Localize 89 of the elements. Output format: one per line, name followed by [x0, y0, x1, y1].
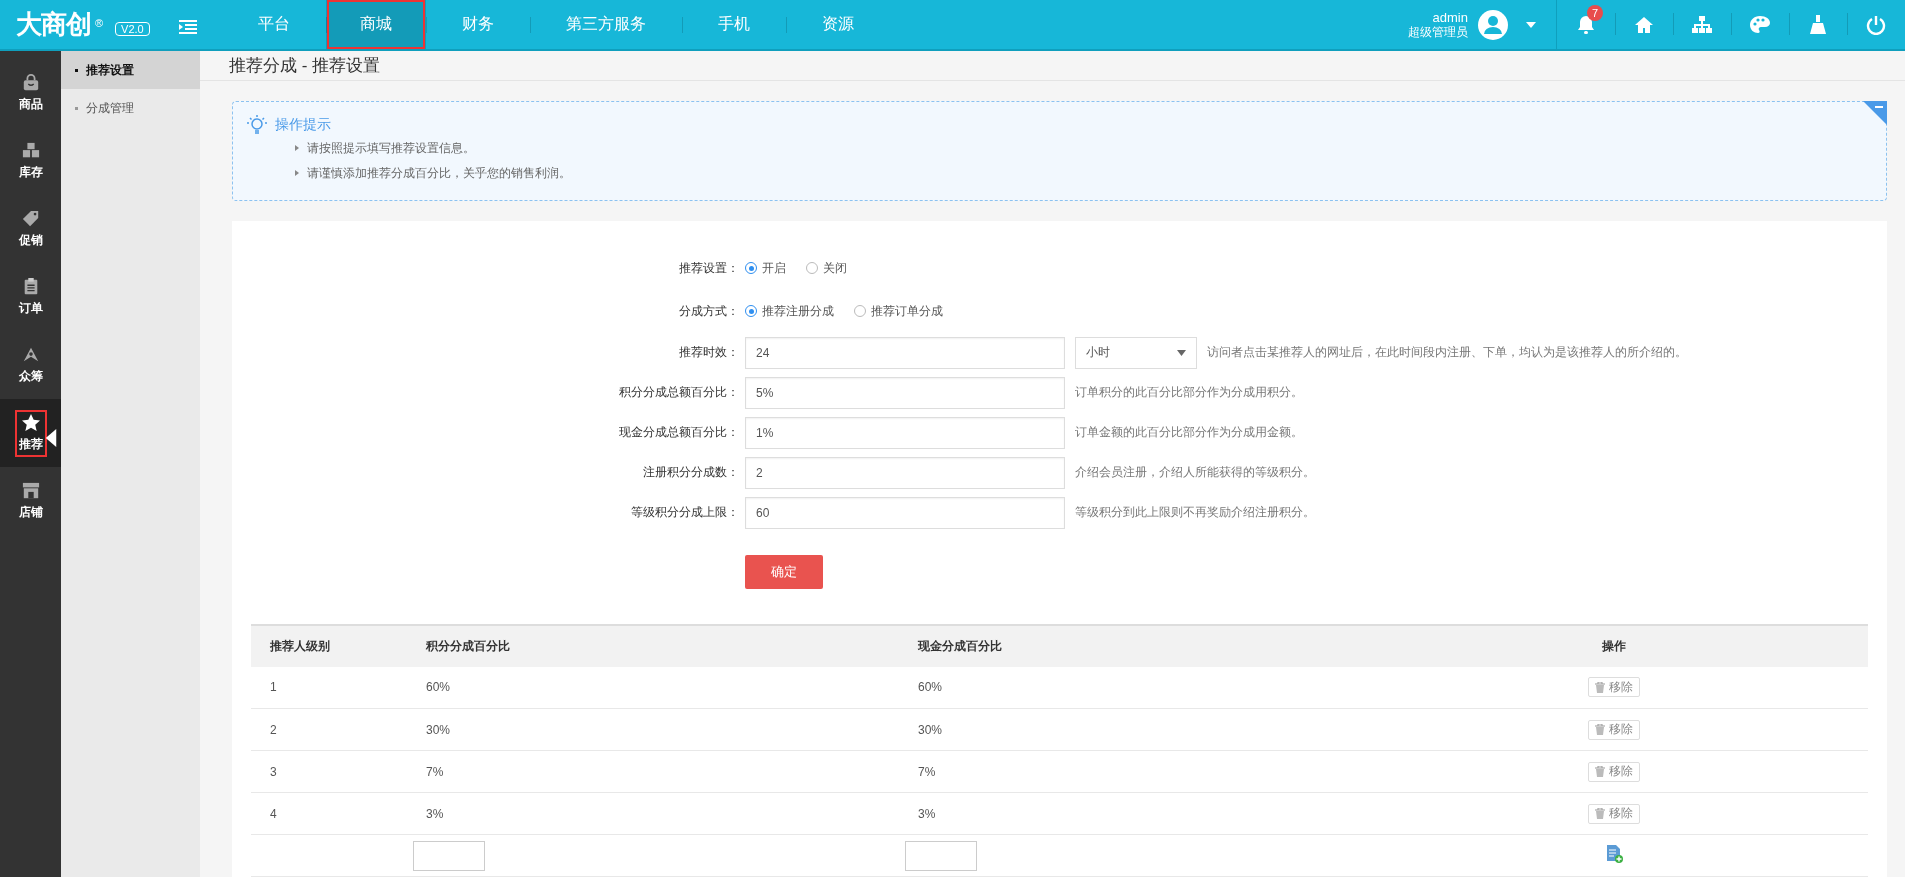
subnav-item[interactable]: 分成管理 — [61, 89, 200, 127]
table-cell: 60% — [407, 666, 899, 709]
sidebar-item[interactable]: 促销 — [0, 195, 61, 263]
sidebar-item[interactable]: 商品 — [0, 59, 61, 127]
field-label: 推荐设置： — [678, 259, 740, 277]
field-label: 现金分成总额百分比： — [618, 424, 740, 441]
field-hint: 订单积分的此百分比部分作为分成用积分。 — [1075, 384, 1303, 401]
store-icon — [20, 481, 41, 500]
tip-text: 请按照提示填写推荐设置信息。 — [307, 139, 475, 157]
star-icon — [20, 413, 41, 432]
power-icon — [1866, 14, 1886, 35]
tag-icon — [20, 209, 41, 228]
count-badge: 7 — [1587, 5, 1603, 21]
page-title: 推荐分成 - 推荐设置 — [229, 54, 381, 77]
input-field[interactable]: 2 — [745, 456, 1065, 489]
tip-text: 请谨慎添加推荐分成百分比，关乎您的销售利润。 — [307, 164, 571, 182]
table-cell: 30% — [899, 708, 1361, 751]
field-hint: 访问者点击某推荐人的网址后，在此时间段内注册、下单，均认为是该推荐人的所介绍的。 — [1207, 344, 1687, 361]
bullet-icon — [75, 68, 78, 72]
bullet-icon — [295, 170, 299, 176]
radio-option[interactable]: 关闭 — [806, 259, 847, 277]
caret-icon — [1526, 21, 1536, 28]
table-cell: 7% — [407, 750, 899, 793]
user-name: admin — [1431, 9, 1468, 25]
table-cell: 60% — [899, 666, 1361, 709]
remove-button[interactable]: 移除 — [1588, 719, 1640, 740]
input-field[interactable]: 1% — [745, 416, 1065, 449]
input-field[interactable]: 60 — [745, 496, 1065, 529]
user-role: 超级管理员 — [1408, 24, 1468, 40]
table-cell: 3% — [407, 792, 899, 835]
add-row-icon[interactable] — [1605, 845, 1623, 863]
radio-option[interactable]: 开启 — [745, 259, 786, 277]
notification-button[interactable]: 7 — [1557, 0, 1615, 50]
avatar-icon[interactable] — [1478, 9, 1508, 40]
remove-button[interactable]: 移除 — [1588, 677, 1640, 698]
confirm-button[interactable]: 确定 — [745, 554, 823, 589]
sidebar-item[interactable]: 库存 — [0, 127, 61, 195]
tips-title: 操作提示 — [275, 115, 331, 134]
sitemap-icon — [1692, 14, 1712, 35]
trash-icon — [1595, 808, 1605, 819]
home-icon — [1634, 14, 1654, 35]
radio-option[interactable]: 推荐注册分成 — [745, 302, 834, 320]
input-field[interactable] — [413, 840, 485, 871]
collapse-icon[interactable] — [1863, 100, 1887, 125]
table-cell: 2 — [251, 708, 407, 751]
palette-icon — [1750, 14, 1770, 35]
sidebar-item[interactable]: 推荐 — [0, 399, 61, 467]
logo-text: 大商创 — [16, 8, 91, 41]
column-header: 积分分成百分比 — [407, 624, 899, 667]
field-label: 积分分成总额百分比： — [618, 384, 740, 401]
column-header: 操作 — [1361, 624, 1868, 667]
registered-mark: ® — [95, 17, 104, 29]
bullet-icon — [295, 145, 299, 151]
table-cell: 1 — [251, 666, 407, 709]
column-header: 推荐人级别 — [251, 624, 407, 667]
trash-icon — [1595, 766, 1605, 777]
field-hint: 订单金额的此百分比部分作为分成用金额。 — [1075, 424, 1303, 441]
sidebar-item[interactable]: 店铺 — [0, 467, 61, 535]
unit-dropdown[interactable]: 小时 — [1075, 336, 1197, 369]
table-cell: 30% — [407, 708, 899, 751]
sidebar-item[interactable]: 众筹 — [0, 331, 61, 399]
field-hint: 介绍会员注册，介绍人所能获得的等级积分。 — [1075, 464, 1315, 481]
sidebar-item[interactable]: 订单 — [0, 263, 61, 331]
column-header: 现金分成百分比 — [899, 624, 1361, 667]
radio-option[interactable]: 推荐订单分成 — [854, 302, 943, 320]
remove-button[interactable]: 移除 — [1588, 761, 1640, 782]
field-label: 分成方式： — [678, 302, 740, 320]
input-field[interactable]: 5% — [745, 376, 1065, 409]
field-hint: 等级积分到此上限则不再奖励介绍注册积分。 — [1075, 504, 1315, 521]
table-cell: 7% — [899, 750, 1361, 793]
table-cell: 3 — [251, 750, 407, 793]
field-label: 推荐时效： — [678, 344, 740, 361]
bullet-icon — [75, 106, 78, 110]
table-cell: 3% — [899, 792, 1361, 835]
remove-button[interactable]: 移除 — [1588, 803, 1640, 824]
version-badge: V2.0 — [115, 21, 150, 36]
input-field[interactable]: 24 — [745, 336, 1065, 369]
caret-icon — [1177, 349, 1186, 356]
trash-icon — [1595, 681, 1605, 693]
broom-icon — [1808, 14, 1828, 35]
lightbulb-icon — [247, 114, 267, 135]
table-cell: 4 — [251, 792, 407, 835]
field-label: 等级积分分成上限： — [630, 504, 740, 521]
menu-icon[interactable] — [179, 19, 197, 34]
field-label: 注册积分分成数： — [642, 464, 740, 481]
trash-icon — [1595, 724, 1605, 735]
input-field[interactable] — [905, 840, 977, 871]
cubes-icon — [20, 141, 41, 160]
subnav-item[interactable]: 推荐设置 — [61, 51, 200, 89]
